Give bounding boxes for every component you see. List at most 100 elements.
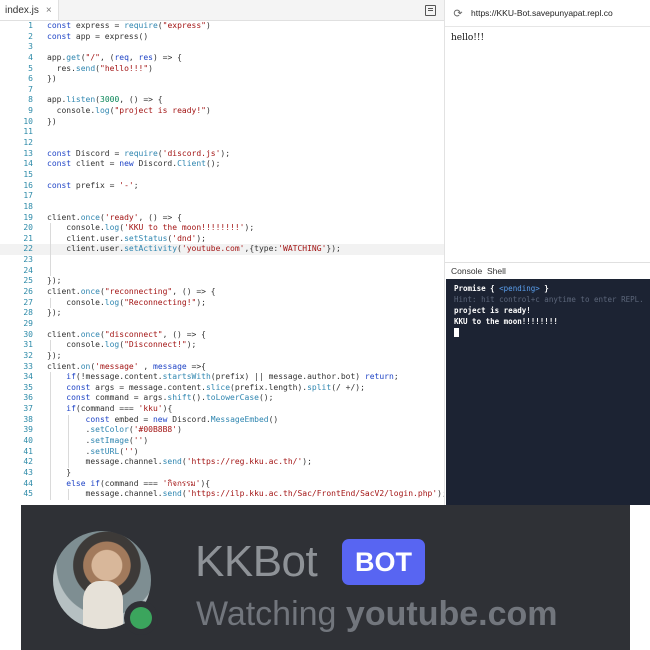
code-text[interactable] [33, 42, 444, 53]
code-line[interactable]: 6}) [0, 74, 444, 85]
code-text[interactable]: } [33, 467, 444, 479]
code-line[interactable]: 35 const args = message.content.slice(pr… [0, 382, 444, 394]
code-line[interactable]: 19 client.once('ready', () => { [0, 213, 444, 224]
code-line[interactable]: 10}) [0, 117, 444, 128]
code-line[interactable]: 11 [0, 127, 444, 138]
console-output[interactable]: Promise { <pending> } Hint: hit control+… [446, 279, 650, 505]
code-text[interactable]: console.log("Reconnecting!"); [33, 297, 444, 309]
code-line[interactable]: 41 .setURL('') [0, 446, 444, 458]
code-line[interactable]: 8 app.listen(3000, () => { [0, 95, 444, 106]
url-field[interactable]: https://KKU-Bot.savepunyapat.repl.co [471, 8, 613, 18]
code-text[interactable]: const client = new Discord.Client(); [33, 159, 444, 170]
code-text[interactable] [33, 265, 444, 277]
code-line[interactable]: 26 client.once("reconnecting", () => { [0, 287, 444, 298]
code-text[interactable] [33, 202, 444, 213]
code-text[interactable]: client.on('message' , message =>{ [33, 362, 444, 373]
code-line[interactable]: 44 else if(command === 'กิจกรรม'){ [0, 478, 444, 490]
code-line[interactable]: 17 [0, 191, 444, 202]
code-text[interactable]: console.log("project is ready!") [33, 106, 444, 117]
code-line[interactable]: 21 client.user.setStatus('dnd'); [0, 233, 444, 245]
code-text[interactable]: if(!message.content.startsWith(prefix) |… [33, 372, 444, 383]
code-line[interactable]: 15 [0, 170, 444, 181]
code-text[interactable]: const embed = new Discord.MessageEmbed() [33, 414, 444, 426]
code-text[interactable]: app.get("/", (req, res) => { [33, 53, 444, 64]
code-text[interactable]: client.once("disconnect", () => { [33, 330, 444, 341]
code-text[interactable]: message.channel.send('https://reg.kku.ac… [33, 457, 444, 468]
code-text[interactable]: const express = require("express") [33, 21, 444, 32]
code-text[interactable] [33, 170, 444, 181]
code-line[interactable]: 14 const client = new Discord.Client(); [0, 159, 444, 170]
code-line[interactable]: 5 res.send("hello!!!") [0, 64, 444, 75]
close-icon[interactable]: × [46, 5, 52, 16]
code-text[interactable]: client.once("reconnecting", () => { [33, 287, 444, 298]
code-line[interactable]: 33 client.on('message' , message =>{ [0, 362, 444, 373]
code-editor[interactable]: index.js × 1 const express = require("exp… [0, 0, 445, 505]
tab-shell[interactable]: Shell [487, 263, 506, 280]
code-line[interactable]: 43 } [0, 467, 444, 479]
code-line[interactable]: 7 [0, 85, 444, 96]
code-line[interactable]: 12 [0, 138, 444, 149]
code-line[interactable]: 25}); [0, 276, 444, 287]
code-text[interactable] [33, 319, 444, 330]
code-line[interactable]: 13 const Discord = require('discord.js'); [0, 149, 444, 160]
code-text[interactable]: }); [33, 276, 444, 287]
code-line[interactable]: 39 .setColor('#00B8B8') [0, 425, 444, 436]
code-line[interactable]: 1 const express = require("express") [0, 21, 444, 32]
code-line[interactable]: 45 message.channel.send('https://ilp.kku… [0, 489, 444, 500]
file-tab-index-js[interactable]: index.js × [0, 0, 59, 20]
code-text[interactable]: .setImage('') [33, 435, 444, 447]
code-line[interactable]: 32}); [0, 351, 444, 362]
code-line[interactable]: 2 const app = express() [0, 32, 444, 43]
code-line[interactable]: 24 [0, 265, 444, 277]
code-text[interactable] [33, 191, 444, 202]
code-text[interactable]: }) [33, 117, 444, 128]
code-text[interactable] [33, 255, 444, 266]
editor-menu-icon[interactable] [425, 5, 436, 16]
code-text[interactable]: console.log("Disconnect!"); [33, 340, 444, 351]
code-text[interactable]: const args = message.content.slice(prefi… [33, 382, 444, 394]
code-line[interactable]: 18 [0, 202, 444, 213]
code-line[interactable]: 16 const prefix = '-'; [0, 181, 444, 192]
code-line[interactable]: 30 client.once("disconnect", () => { [0, 330, 444, 341]
code-line[interactable]: 22 client.user.setActivity('youtube.com'… [0, 244, 444, 256]
code-line[interactable]: 28}); [0, 308, 444, 319]
code-lines[interactable]: 1 const express = require("express") 2 cons… [0, 21, 444, 500]
code-text[interactable]: app.listen(3000, () => { [33, 95, 444, 106]
code-line[interactable]: 29 [0, 319, 444, 330]
code-text[interactable]: console.log('KKU to the moon!!!!!!!!'); [33, 223, 444, 234]
code-line[interactable]: 20 console.log('KKU to the moon!!!!!!!!'… [0, 223, 444, 234]
code-text[interactable]: client.once('ready', () => { [33, 213, 444, 224]
code-text[interactable]: else if(command === 'กิจกรรม'){ [33, 478, 444, 490]
code-text[interactable]: .setURL('') [33, 446, 444, 458]
code-text[interactable]: const app = express() [33, 32, 444, 43]
code-line[interactable]: 37 if(command === 'kku'){ [0, 404, 444, 415]
code-text[interactable]: const command = args.shift().toLowerCase… [33, 393, 444, 404]
code-line[interactable]: 40 .setImage('') [0, 435, 444, 447]
code-text[interactable] [33, 85, 444, 96]
code-text[interactable] [33, 138, 444, 149]
code-text[interactable]: const Discord = require('discord.js'); [33, 149, 444, 160]
reload-icon[interactable]: ⟳ [451, 7, 465, 20]
line-number: 18 [23, 201, 33, 211]
code-text[interactable]: .setColor('#00B8B8') [33, 425, 444, 436]
code-line[interactable]: 34 if(!message.content.startsWith(prefix… [0, 372, 444, 383]
code-line[interactable]: 27 console.log("Reconnecting!"); [0, 297, 444, 309]
code-text[interactable]: client.user.setStatus('dnd'); [33, 233, 444, 245]
code-text[interactable]: }); [33, 351, 444, 362]
code-line[interactable]: 3 [0, 42, 444, 53]
code-text[interactable]: const prefix = '-'; [33, 181, 444, 192]
code-line[interactable]: 42 message.channel.send('https://reg.kku… [0, 457, 444, 468]
code-text[interactable]: client.user.setActivity('youtube.com',{t… [33, 244, 444, 255]
code-text[interactable]: }); [33, 308, 444, 319]
code-line[interactable]: 23 [0, 255, 444, 266]
code-line[interactable]: 36 const command = args.shift().toLowerC… [0, 393, 444, 404]
code-text[interactable]: message.channel.send('https://ilp.kku.ac… [33, 489, 444, 500]
code-line[interactable]: 4 app.get("/", (req, res) => { [0, 53, 444, 64]
code-line[interactable]: 9 console.log("project is ready!") [0, 106, 444, 117]
code-text[interactable]: res.send("hello!!!") [33, 64, 444, 75]
code-text[interactable]: }) [33, 74, 444, 85]
code-line[interactable]: 38 const embed = new Discord.MessageEmbe… [0, 414, 444, 426]
code-text[interactable] [33, 127, 444, 138]
code-line[interactable]: 31 console.log("Disconnect!"); [0, 340, 444, 351]
code-text[interactable]: if(command === 'kku'){ [33, 404, 444, 415]
